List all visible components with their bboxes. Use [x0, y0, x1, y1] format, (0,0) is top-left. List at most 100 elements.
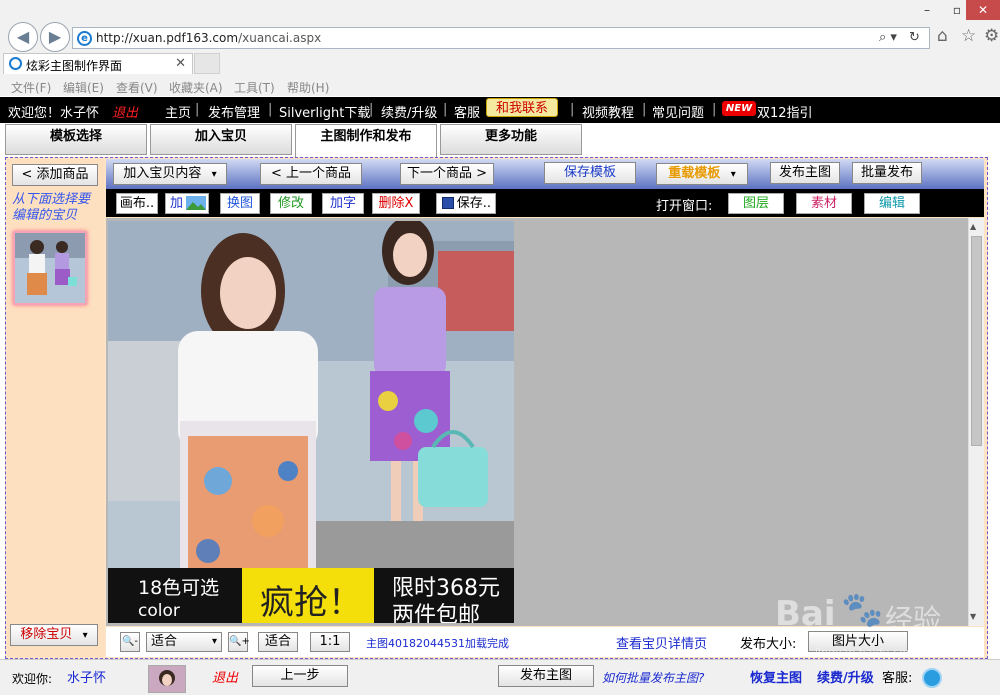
add-product-button[interactable]: < 添加商品	[12, 164, 98, 186]
status-publish-button[interactable]: 发布主图	[498, 665, 594, 687]
scroll-thumb[interactable]	[971, 236, 982, 446]
thumbnail-image	[15, 233, 85, 303]
vertical-scrollbar[interactable]: ▲ ▼	[968, 218, 984, 626]
close-window-button[interactable]: ✕	[966, 0, 1000, 20]
remove-product-button[interactable]: 移除宝贝 ▾	[10, 624, 98, 646]
back-icon[interactable]: ◀	[8, 22, 38, 52]
url-text: http://xuan.pdf163.com/xuancai.aspx	[96, 31, 322, 45]
settings-icon[interactable]: ⚙	[984, 26, 999, 46]
browser-tab[interactable]: 炫彩主图制作界面 ✕	[3, 53, 193, 74]
status-logout-link[interactable]: 退出	[212, 667, 238, 686]
nav-video[interactable]: 视频教程	[582, 102, 634, 121]
product-thumbnail[interactable]	[13, 231, 87, 305]
add-image-button[interactable]: 加	[165, 193, 209, 214]
add-content-dropdown[interactable]: 加入宝贝内容 ▾	[113, 163, 227, 185]
tab-make-publish[interactable]: 主图制作和发布	[295, 124, 437, 157]
product-main-image[interactable]: 18色可选 color 疯抢！ 限时368元 两件包邮	[108, 221, 514, 623]
favorites-icon[interactable]: ☆	[961, 26, 976, 46]
open-window-label: 打开窗口:	[656, 199, 713, 214]
menu-file[interactable]: 文件(F)	[11, 79, 51, 96]
prev-step-button[interactable]: 上一步	[252, 665, 348, 687]
chevron-down-icon: ▾	[211, 169, 217, 180]
actual-size-button[interactable]: 1:1	[310, 632, 350, 652]
address-bar[interactable]: e http://xuan.pdf163.com/xuancai.aspx ⌕ …	[72, 27, 930, 49]
ie-icon	[9, 57, 22, 70]
scroll-down-icon[interactable]: ▼	[970, 612, 976, 621]
view-details-link[interactable]: 查看宝贝详情页	[616, 633, 707, 652]
nav-renew[interactable]: 续费/升级	[381, 102, 437, 121]
renew-link[interactable]: 续费/升级	[817, 667, 874, 686]
new-tab-button[interactable]	[194, 53, 220, 74]
load-status: 主图40182044531加载完成	[366, 637, 509, 650]
scroll-up-icon[interactable]: ▲	[970, 222, 976, 231]
restore-link[interactable]: 恢复主图	[750, 667, 802, 686]
batch-help-link[interactable]: 如何批量发布主图?	[602, 669, 704, 686]
zoom-select[interactable]: 适合 ▾	[146, 632, 222, 652]
layers-button[interactable]: 图层	[728, 193, 784, 214]
tab-template-select[interactable]: 模板选择	[5, 124, 147, 155]
zoom-in-icon[interactable]: 🔍+	[228, 632, 250, 652]
browser-chrome: ◀ ▶ e http://xuan.pdf163.com/xuancai.asp…	[0, 0, 1000, 96]
contact-badge[interactable]: 和我联系	[486, 98, 558, 117]
edit-toolbar: 画布.. 加 换图 修改 加字 删除X 保存.. 打开窗口: 图层 素材 编辑	[106, 189, 984, 217]
site-top-nav: 欢迎您！水子怀 退出 主页 | 发布管理 | Silverlight下载 | 续…	[0, 97, 1000, 123]
canvas-bottom-bar: 🔍- 适合 ▾ 🔍+ 适合 1:1 主图40182044531加载完成 查看宝贝…	[106, 627, 984, 657]
page-status-bar: 欢迎你: 水子怀 退出 上一步 发布主图 如何批量发布主图? 恢复主图 续费/升…	[0, 659, 1000, 695]
menu-favorites[interactable]: 收藏夹(A)	[169, 79, 223, 96]
nav-double12[interactable]: 双12指引	[757, 102, 813, 121]
refresh-icon[interactable]: ↻	[909, 30, 920, 45]
canvas-button[interactable]: 画布..	[116, 193, 158, 214]
menu-edit[interactable]: 编辑(E)	[63, 79, 104, 96]
add-text-button[interactable]: 加字	[322, 193, 364, 214]
minimize-button[interactable]: –	[912, 0, 942, 20]
tab-more[interactable]: 更多功能	[440, 124, 582, 155]
chevron-down-icon: ▾	[211, 636, 217, 647]
close-tab-icon[interactable]: ✕	[175, 56, 186, 71]
welcome-label: 欢迎你:	[12, 672, 53, 686]
publish-main-button[interactable]: 发布主图	[770, 162, 840, 184]
fashion-photo	[108, 221, 514, 623]
menu-bar: 文件(F) 编辑(E) 查看(V) 收藏夹(A) 工具(T) 帮助(H)	[0, 75, 1000, 96]
reload-template-button[interactable]: 重载模板 ▾	[656, 163, 748, 185]
main-tabs: 模板选择 加入宝贝 主图制作和发布 更多功能	[0, 123, 1000, 157]
materials-button[interactable]: 素材	[796, 193, 852, 214]
modify-button[interactable]: 修改	[270, 193, 312, 214]
nav-service[interactable]: 客服	[454, 102, 480, 121]
menu-tools[interactable]: 工具(T)	[234, 79, 275, 96]
color-word: color	[138, 601, 180, 621]
save-template-button[interactable]: 保存模板	[544, 162, 636, 184]
avatar	[148, 665, 186, 693]
nav-home[interactable]: 主页	[165, 102, 191, 121]
prev-product-button[interactable]: < 上一个商品	[260, 163, 362, 185]
home-icon[interactable]: ⌂	[937, 26, 948, 46]
username-link[interactable]: 水子怀	[67, 667, 106, 686]
service-label: 客服:	[882, 671, 913, 686]
colors-text: 18色可选	[138, 577, 220, 599]
replace-image-button[interactable]: 换图	[220, 193, 260, 214]
select-hint: 从下面选择要编辑的宝贝	[12, 192, 91, 223]
nav-silverlight[interactable]: Silverlight下载	[279, 102, 370, 121]
batch-publish-button[interactable]: 批量发布	[852, 162, 922, 184]
menu-view[interactable]: 查看(V)	[116, 79, 158, 96]
tab-add-product[interactable]: 加入宝贝	[150, 124, 292, 155]
search-dropdown-icon[interactable]: ⌕ ▾	[879, 30, 897, 45]
tab-title: 炫彩主图制作界面	[26, 59, 123, 73]
edit-window-button[interactable]: 编辑	[864, 193, 920, 214]
service-icon[interactable]	[922, 668, 942, 688]
nav-publish-manage[interactable]: 发布管理	[208, 102, 260, 121]
new-badge: NEW	[722, 101, 756, 116]
menu-help[interactable]: 帮助(H)	[287, 79, 329, 96]
logout-link[interactable]: 退出	[112, 102, 138, 121]
zoom-out-icon[interactable]: 🔍-	[120, 632, 140, 652]
next-product-button[interactable]: 下一个商品 >	[400, 163, 494, 185]
chevron-down-icon: ▾	[82, 630, 88, 641]
nav-faq[interactable]: 常见问题	[652, 102, 704, 121]
welcome-text: 欢迎您！水子怀	[8, 106, 100, 121]
chevron-down-icon: ▾	[730, 169, 736, 180]
fit-button[interactable]: 适合	[258, 632, 298, 652]
delete-button[interactable]: 删除X	[372, 193, 420, 214]
package-text: 两件包邮	[392, 603, 481, 623]
save-button[interactable]: 保存..	[436, 193, 496, 214]
forward-icon[interactable]: ▶	[40, 22, 70, 52]
publish-size-select[interactable]: 图片大小	[808, 631, 908, 652]
